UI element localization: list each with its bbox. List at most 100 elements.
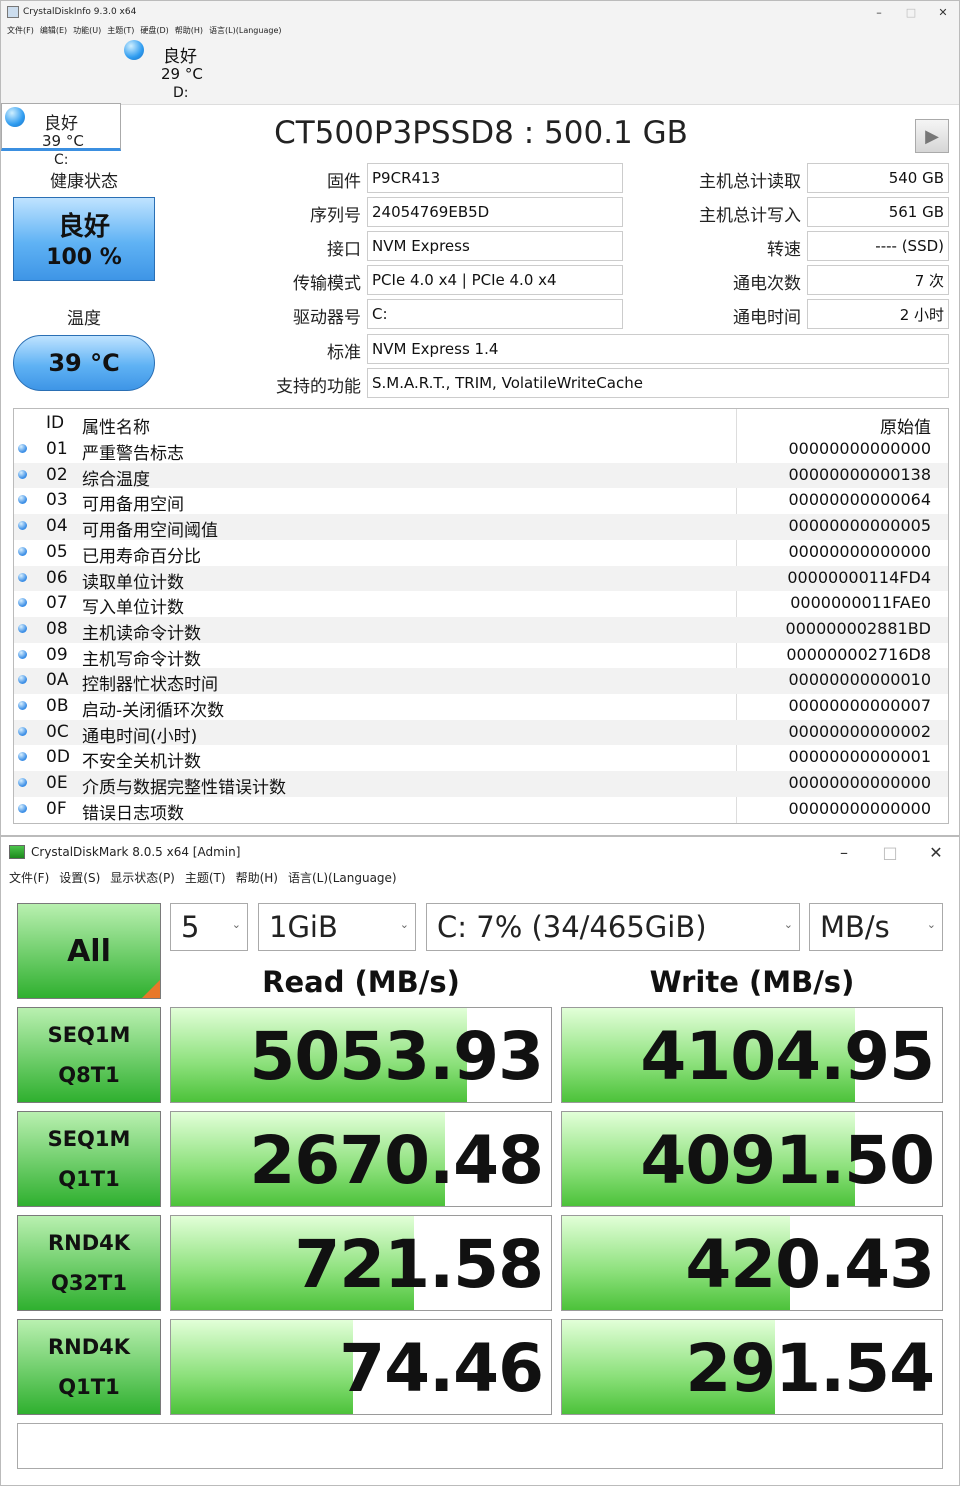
all-button[interactable]: All xyxy=(17,903,161,999)
smart-raw-value: 00000000000010 xyxy=(788,670,931,690)
smart-id: 03 xyxy=(46,490,68,511)
table-row[interactable]: 01 严重警告标志 00000000000000 xyxy=(14,437,948,464)
header-raw[interactable]: 原始值 xyxy=(880,413,931,438)
menu-settings[interactable]: 设置(S) xyxy=(59,869,100,886)
smart-table[interactable]: ID 属性名称 原始值 01 严重警告标志 00000000000000 02 综合温度… xyxy=(13,408,949,824)
drive-status: 良好 xyxy=(163,47,197,67)
health-status-box[interactable]: 良好 100 % xyxy=(13,197,155,281)
rotation-field: ---- (SSD) xyxy=(807,231,949,261)
write-value: 4104.95 xyxy=(640,1018,935,1095)
table-row[interactable]: 04 可用备用空间阈值 00000000000005 xyxy=(14,514,948,541)
firmware-label: 固件 xyxy=(327,172,361,192)
smart-id: 06 xyxy=(46,567,68,588)
window-title: CrystalDiskInfo 9.3.0 x64 xyxy=(23,7,137,17)
table-row[interactable]: 0E 介质与数据完整性错误计数 00000000000000 xyxy=(14,771,948,798)
smart-name: 严重警告标志 xyxy=(82,444,184,464)
table-row[interactable]: 07 写入单位计数 0000000011FAE0 xyxy=(14,591,948,619)
cdm-titlebar: CrystalDiskMark 8.0.5 x64 [Admin] – □ ✕ xyxy=(1,837,959,867)
table-row[interactable]: 06 读取单位计数 00000000114FD4 xyxy=(14,565,948,593)
menu-file[interactable]: 文件(F) xyxy=(7,25,34,36)
header-id[interactable]: ID xyxy=(46,413,64,433)
read-result: 2670.48 xyxy=(170,1111,552,1207)
test-button[interactable]: RND4K Q32T1 xyxy=(17,1215,161,1311)
smart-id: 0B xyxy=(46,696,69,716)
smart-id: 07 xyxy=(46,593,68,614)
drive-letter: C: xyxy=(54,152,69,168)
interface-field: NVM Express xyxy=(367,231,623,261)
drive-letter-field: C: xyxy=(367,299,623,329)
next-disk-button[interactable]: ▶ xyxy=(915,119,949,153)
status-dot-icon xyxy=(18,726,27,736)
read-result: 721.58 xyxy=(170,1215,552,1311)
health-percent: 100 % xyxy=(46,245,122,270)
menu-theme[interactable]: 主题(T) xyxy=(107,25,134,36)
smart-name: 可用备用空间 xyxy=(82,495,184,516)
host-reads-label: 主机总计读取 xyxy=(699,172,801,192)
smart-header: ID 属性名称 原始值 xyxy=(14,409,948,438)
smart-name: 写入单位计数 xyxy=(82,598,184,619)
status-dot-icon xyxy=(18,495,27,505)
menu-file[interactable]: 文件(F) xyxy=(9,869,49,886)
test-button[interactable]: RND4K Q1T1 xyxy=(17,1319,161,1415)
table-row[interactable]: 09 主机写命令计数 000000002716D8 xyxy=(14,643,948,670)
menu-language[interactable]: 语言(L)(Language) xyxy=(288,869,397,886)
test-button[interactable]: SEQ1M Q8T1 xyxy=(17,1007,161,1103)
comment-field[interactable] xyxy=(17,1423,943,1469)
test-label-line1: RND4K xyxy=(47,1335,131,1359)
status-dot-icon xyxy=(18,623,27,633)
drive-tab-d[interactable]: 良好 29 °C D: xyxy=(121,37,241,105)
table-row[interactable]: 0D 不安全关机计数 00000000000001 xyxy=(14,745,948,772)
read-value: 74.46 xyxy=(339,1330,544,1407)
menu-help[interactable]: 帮助(H) xyxy=(236,869,278,886)
minimize-icon[interactable]: – xyxy=(821,837,867,867)
disk-model: CT500P3PSSD8 : 500.1 GB xyxy=(274,115,688,151)
size-select[interactable]: 1GiB ⌄ xyxy=(258,903,416,951)
unit-select[interactable]: MB/s ⌄ xyxy=(809,903,943,951)
table-row[interactable]: 0C 通电时间(小时) 00000000000002 xyxy=(14,719,948,747)
read-progress-bar xyxy=(171,1320,354,1414)
write-result: 4091.50 xyxy=(561,1111,943,1207)
count-select[interactable]: 5 ⌄ xyxy=(170,903,248,951)
test-label-line1: RND4K xyxy=(47,1231,131,1255)
play-icon: ▶ xyxy=(925,125,939,147)
menu-language[interactable]: 语言(L)(Language) xyxy=(209,25,281,36)
read-value: 2670.48 xyxy=(249,1122,544,1199)
test-label-line2: Q8T1 xyxy=(58,1063,120,1087)
smart-id: 0C xyxy=(46,721,69,742)
drive-value: C: 7% (34/465GiB) xyxy=(437,910,707,944)
all-button-label: All xyxy=(67,933,111,969)
drive-temp: 29 °C xyxy=(161,65,203,83)
menu-help[interactable]: 帮助(H) xyxy=(175,25,203,36)
menu-edit[interactable]: 编辑(E) xyxy=(40,25,67,36)
smart-raw-value: 00000000000000 xyxy=(788,798,931,818)
header-name[interactable]: 属性名称 xyxy=(82,413,150,438)
table-row[interactable]: 08 主机读命令计数 000000002881BD xyxy=(14,616,948,644)
smart-raw-value: 00000000000007 xyxy=(788,696,931,715)
serial-field: 24054769EB5D xyxy=(367,197,623,227)
maximize-icon[interactable]: □ xyxy=(895,1,927,23)
smart-id: 0E xyxy=(46,773,68,794)
smart-raw-value: 00000000000000 xyxy=(788,773,931,793)
menu-theme[interactable]: 主题(T) xyxy=(185,869,226,886)
smart-raw-value: 00000000000002 xyxy=(788,721,931,741)
table-row[interactable]: 03 可用备用空间 00000000000064 xyxy=(14,488,948,516)
drive-select[interactable]: C: 7% (34/465GiB) ⌄ xyxy=(426,903,800,951)
close-icon[interactable]: ✕ xyxy=(927,1,959,23)
test-button[interactable]: SEQ1M Q1T1 xyxy=(17,1111,161,1207)
minimize-icon[interactable]: – xyxy=(863,1,895,23)
menu-function[interactable]: 功能(U) xyxy=(73,25,101,36)
table-row[interactable]: 0B 启动-关闭循环次数 00000000000007 xyxy=(14,694,948,721)
table-row[interactable]: 02 综合温度 00000000000138 xyxy=(14,462,948,490)
menu-profile[interactable]: 显示状态(P) xyxy=(110,869,175,886)
maximize-icon[interactable]: □ xyxy=(867,837,913,867)
rotation-label: 转速 xyxy=(767,240,801,260)
table-row[interactable]: 0A 控制器忙状态时间 00000000000010 xyxy=(14,668,948,695)
power-count-field: 7 次 xyxy=(807,265,949,295)
menu-disk[interactable]: 硬盘(D) xyxy=(140,25,168,36)
table-row[interactable]: 05 已用寿命百分比 00000000000000 xyxy=(14,540,948,567)
table-row[interactable]: 0F 错误日志项数 00000000000000 xyxy=(14,797,948,823)
chevron-down-icon: ⌄ xyxy=(783,918,793,931)
smart-raw-value: 00000000000064 xyxy=(788,490,931,510)
smart-name: 综合温度 xyxy=(82,469,150,490)
close-icon[interactable]: ✕ xyxy=(913,837,959,867)
